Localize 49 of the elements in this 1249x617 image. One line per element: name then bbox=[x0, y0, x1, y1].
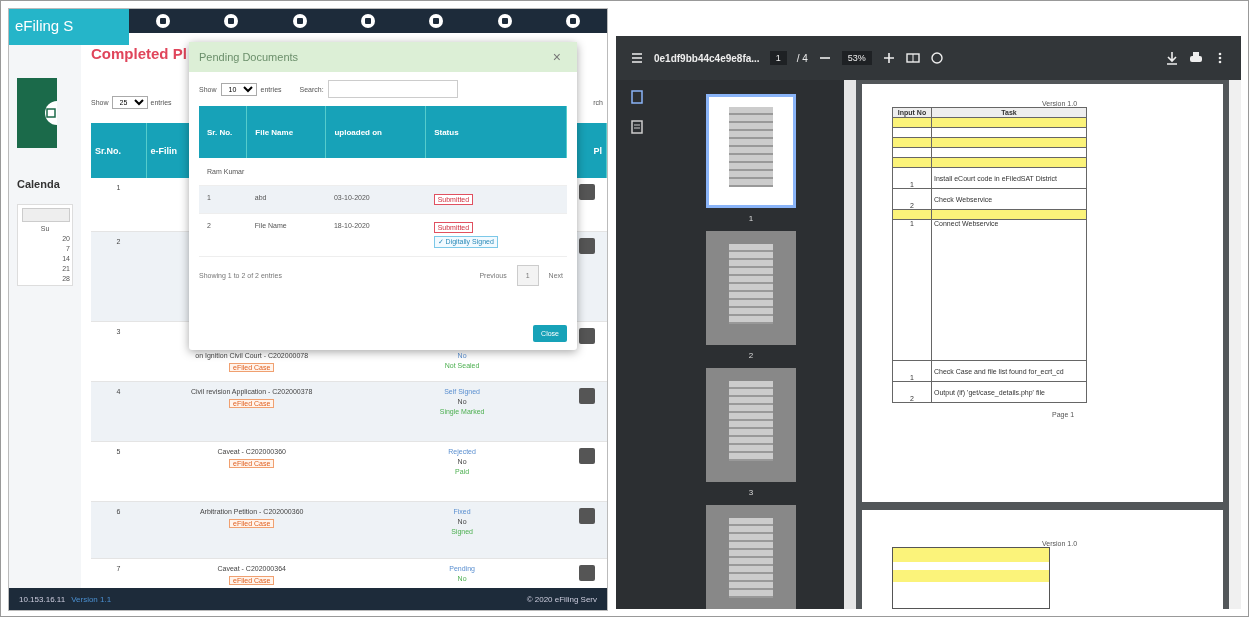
column-header: Sr.No. bbox=[91, 123, 147, 178]
outline-icon[interactable] bbox=[630, 120, 644, 134]
search-field[interactable] bbox=[327, 80, 458, 98]
nav-circle-icon[interactable] bbox=[496, 13, 513, 29]
version-text: Version 1.1 bbox=[71, 594, 112, 604]
download-icon[interactable] bbox=[1165, 51, 1179, 65]
column-header[interactable]: Status bbox=[425, 106, 567, 158]
fit-page-icon[interactable] bbox=[905, 51, 920, 65]
rotate-icon[interactable] bbox=[929, 51, 944, 65]
thumbnail-label: 3 bbox=[748, 488, 754, 497]
nav-circle-icon[interactable] bbox=[360, 13, 376, 29]
column-header[interactable]: Sr. No. bbox=[199, 106, 247, 158]
dialog-title: Pending Documents bbox=[199, 51, 299, 63]
thumbnail-label: 2 bbox=[748, 351, 754, 360]
page-thumbnail[interactable] bbox=[706, 94, 796, 208]
menu-icon[interactable] bbox=[630, 51, 644, 65]
print-icon[interactable] bbox=[1189, 51, 1203, 65]
zoom-field[interactable]: 53% bbox=[841, 51, 872, 65]
scrollbar[interactable] bbox=[844, 80, 856, 609]
zoom-in-icon[interactable] bbox=[881, 51, 896, 65]
nav-circle-icon[interactable] bbox=[155, 13, 172, 29]
view-button[interactable] bbox=[578, 184, 595, 200]
ip-address: 10.153.16.11 bbox=[19, 594, 66, 604]
scrollbar[interactable] bbox=[1229, 80, 1241, 609]
column-header[interactable]: File Name bbox=[246, 106, 326, 158]
view-button[interactable] bbox=[578, 327, 595, 344]
edit-card-icon bbox=[17, 78, 57, 148]
page-number-field[interactable]: 1 bbox=[769, 51, 787, 65]
page-thumbnail[interactable] bbox=[706, 368, 796, 482]
page-count: / 4 bbox=[796, 52, 808, 64]
nav-circle-icon[interactable] bbox=[291, 13, 308, 29]
column-header[interactable]: uploaded on bbox=[325, 106, 426, 158]
view-button[interactable] bbox=[578, 447, 595, 464]
thumbnails-icon[interactable] bbox=[630, 90, 644, 104]
nav-circle-icon[interactable] bbox=[428, 13, 445, 29]
view-button[interactable] bbox=[578, 507, 595, 524]
nav-circle-icon[interactable] bbox=[564, 13, 581, 29]
calendar-title: Calenda bbox=[17, 178, 61, 190]
page-thumbnail[interactable] bbox=[706, 231, 796, 345]
thumbnail-label: 1 bbox=[748, 214, 754, 223]
page-thumbnail[interactable] bbox=[706, 505, 796, 609]
nav-circle-icon[interactable] bbox=[223, 13, 240, 29]
page-title: Completed Pl bbox=[91, 45, 187, 62]
view-button[interactable] bbox=[578, 237, 595, 254]
view-button[interactable] bbox=[578, 387, 595, 404]
file-name: 0e1df9bb44c4e9e8fa... bbox=[654, 52, 760, 64]
view-button[interactable] bbox=[578, 564, 595, 581]
copyright-text: © 2020 eFiling Serv bbox=[526, 594, 597, 604]
close-button[interactable]: × bbox=[546, 48, 567, 66]
